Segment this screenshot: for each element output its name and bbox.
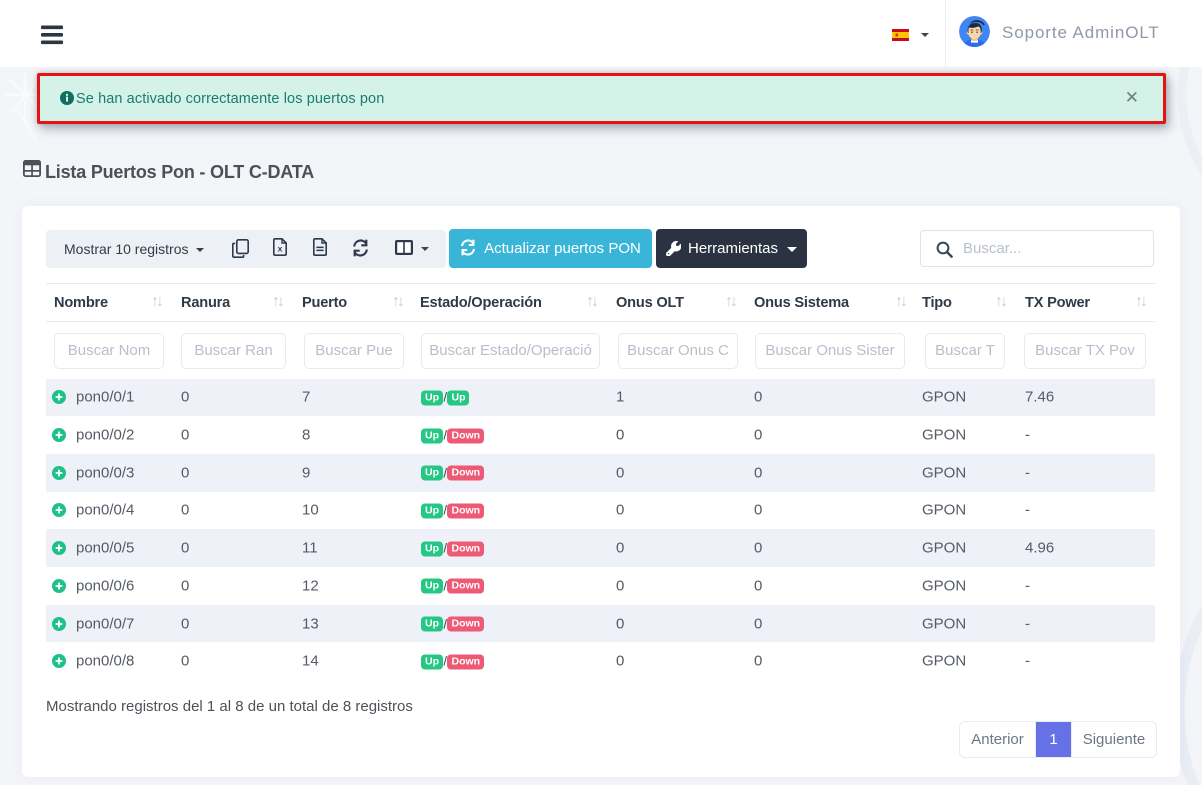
svg-text:x: x (278, 244, 283, 254)
